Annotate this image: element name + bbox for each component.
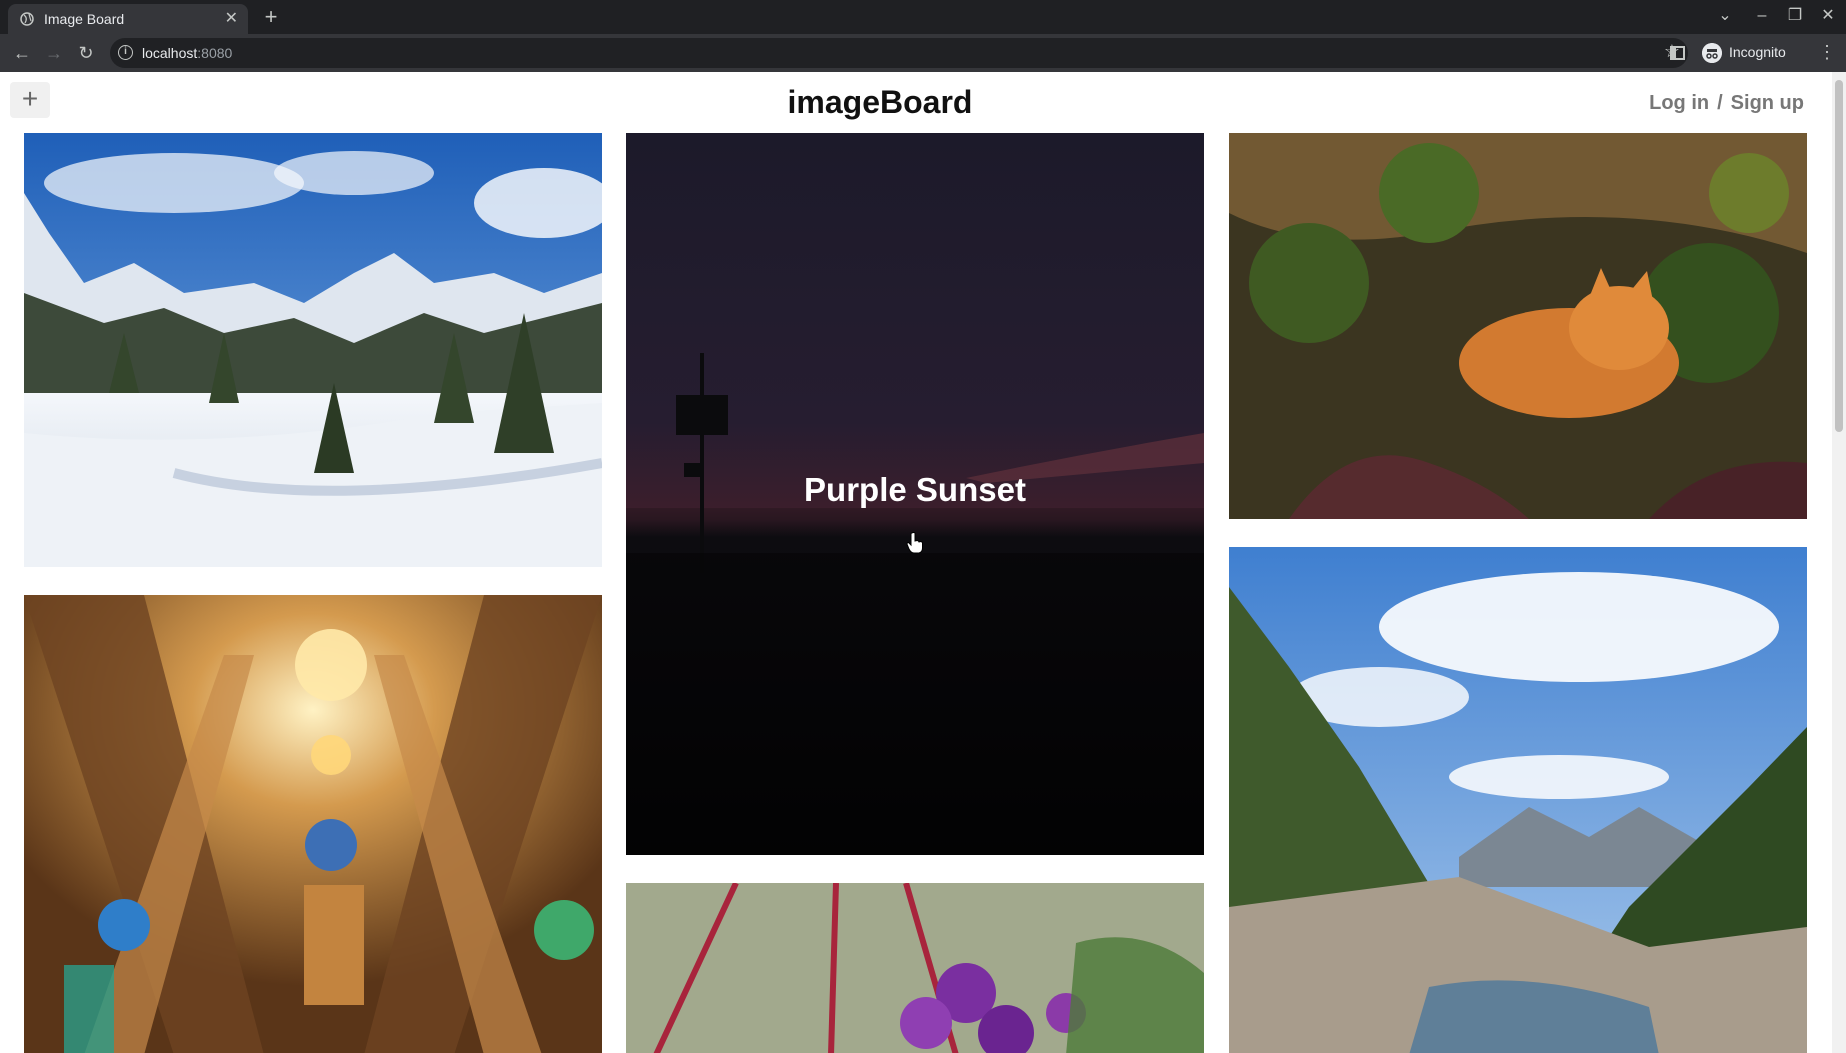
image-card-purple-sunset[interactable]: Purple Sunset <box>626 133 1204 855</box>
auth-links: Log in / Sign up <box>1649 92 1804 115</box>
page-viewport: + imageBoard Log in / Sign up Purple Sun… <box>0 72 1846 1053</box>
snowy-mountain-image <box>24 133 602 567</box>
signup-link[interactable]: Sign up <box>1731 92 1804 114</box>
reload-icon[interactable]: ↻ <box>74 41 98 65</box>
browser-tab-strip: Image Board ✕ + ⌄ – ❐ ✕ <box>0 0 1846 34</box>
site-title: imageBoard <box>787 84 973 120</box>
image-card-purple-flowers[interactable] <box>626 883 1204 1053</box>
hand-cursor-icon <box>906 532 923 554</box>
browser-menu-icon[interactable]: ⋮ <box>1818 42 1836 63</box>
minimize-icon[interactable]: – <box>1752 6 1772 26</box>
close-window-icon[interactable]: ✕ <box>1818 6 1838 26</box>
browser-toolbar: ← → ↻ i localhost:8080 ☆ Incognito ⋮ <box>0 34 1846 72</box>
url-text: localhost:8080 <box>142 45 232 61</box>
image-card-mountain-river[interactable] <box>1229 547 1807 1053</box>
orange-cat-image <box>1229 133 1807 519</box>
globe-icon <box>20 12 34 26</box>
address-bar[interactable]: i localhost:8080 ☆ <box>110 38 1688 68</box>
image-title-overlay: Purple Sunset <box>804 471 1026 509</box>
side-panel-icon[interactable] <box>1670 46 1685 60</box>
auth-separator: / <box>1717 92 1723 114</box>
site-info-icon[interactable]: i <box>118 45 133 60</box>
mountain-river-image <box>1229 547 1807 1053</box>
cathedral-ceiling-image <box>24 595 602 1053</box>
back-icon[interactable]: ← <box>10 41 34 65</box>
image-card-orange-cat[interactable] <box>1229 133 1807 519</box>
login-link[interactable]: Log in <box>1649 92 1709 114</box>
image-card-snowy-mountain[interactable] <box>24 133 602 567</box>
incognito-icon <box>1702 43 1722 63</box>
scrollbar[interactable] <box>1832 72 1846 1053</box>
url-host: localhost <box>142 45 198 61</box>
purple-flowers-image <box>626 883 1204 1053</box>
tab-search-icon[interactable]: ⌄ <box>1715 6 1735 26</box>
incognito-label[interactable]: Incognito <box>1729 44 1786 60</box>
restore-icon[interactable]: ❐ <box>1785 6 1805 26</box>
tab-title: Image Board <box>44 11 125 27</box>
image-card-cathedral[interactable] <box>24 595 602 1053</box>
close-tab-icon[interactable]: ✕ <box>225 10 238 28</box>
url-port: :8080 <box>197 45 233 61</box>
forward-icon[interactable]: → <box>42 41 66 65</box>
site-header: + imageBoard Log in / Sign up <box>0 72 1832 133</box>
scrollbar-thumb[interactable] <box>1835 80 1843 432</box>
browser-tab[interactable]: Image Board ✕ <box>8 4 248 34</box>
new-tab-icon[interactable]: + <box>258 3 284 31</box>
